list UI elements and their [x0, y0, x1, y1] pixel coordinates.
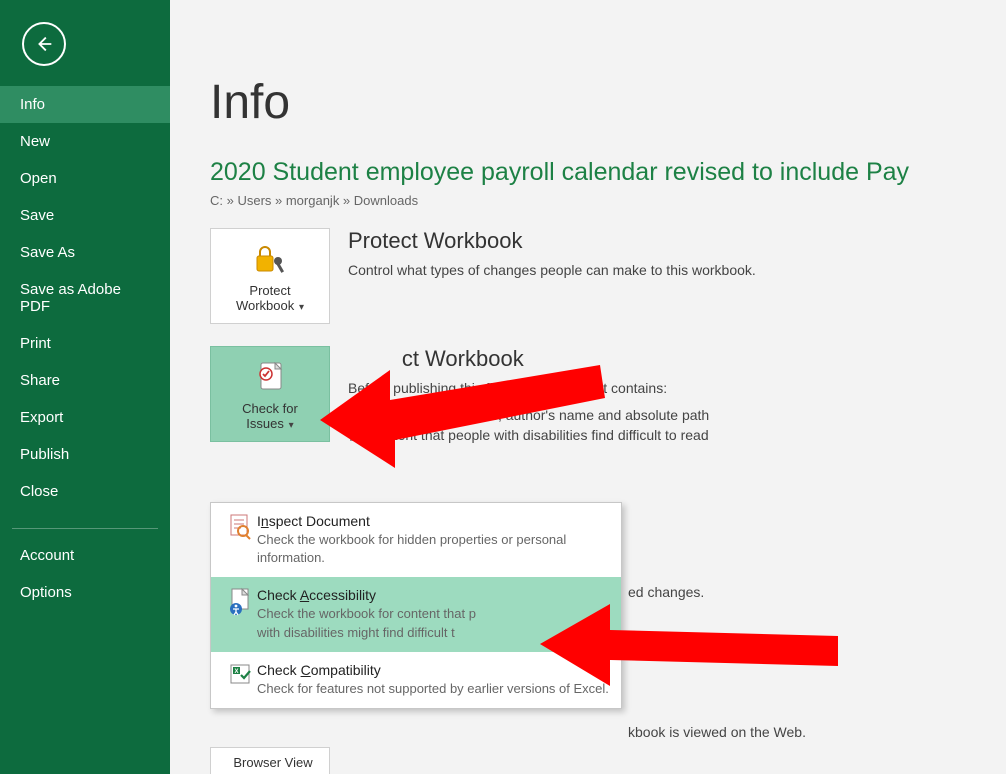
inspect-workbook-heading: Inspect Workbook: [348, 346, 709, 372]
backstage-sidebar: Info New Open Save Save As Save as Adobe…: [0, 0, 170, 774]
document-accessibility-icon: [223, 587, 257, 641]
sidebar-item-new[interactable]: New: [0, 123, 170, 160]
sidebar-item-label: Save: [20, 207, 54, 224]
document-magnifier-icon: [223, 513, 257, 567]
check-for-issues-button[interactable]: Check for Issues ▾: [210, 346, 330, 442]
button-label-line: Workbook: [236, 298, 294, 313]
browser-view-label: Browser View: [218, 755, 328, 770]
dropdown-item-title: Check Compatibility: [257, 662, 609, 678]
svg-text:X: X: [234, 669, 238, 675]
lock-key-icon: [252, 239, 288, 279]
sidebar-item-label: Export: [20, 409, 63, 426]
sidebar-item-label: Account: [20, 547, 74, 564]
page-title: Info: [210, 75, 1006, 130]
sidebar-item-label: Save as Adobe PDF: [20, 281, 121, 315]
sidebar-item-save-as-adobe-pdf[interactable]: Save as Adobe PDF: [0, 271, 170, 325]
sidebar-item-label: Share: [20, 372, 60, 389]
dropdown-item-check-compatibility[interactable]: X Check Compatibility Check for features…: [211, 652, 621, 708]
document-compatibility-icon: X: [223, 662, 257, 698]
dropdown-item-title: Check Accessibility: [257, 587, 609, 603]
dropdown-item-desc: Check the workbook for hidden properties…: [257, 531, 609, 567]
protect-workbook-desc: Control what types of changes people can…: [348, 260, 756, 281]
sidebar-item-open[interactable]: Open: [0, 160, 170, 197]
document-title: 2020 Student employee payroll calendar r…: [210, 158, 1006, 187]
sidebar-item-save-as[interactable]: Save As: [0, 234, 170, 271]
sidebar-item-label: Info: [20, 96, 45, 113]
behind-text-fragment: kbook is viewed on the Web.: [628, 724, 806, 740]
back-arrow-icon: [33, 33, 55, 55]
sidebar-divider: [12, 528, 158, 529]
dropdown-item-title: Inspect Document: [257, 513, 609, 529]
document-path-breadcrumb: C: » Users » morganjk » Downloads: [210, 193, 1006, 208]
protect-workbook-heading: Protect Workbook: [348, 228, 756, 254]
protect-workbook-button[interactable]: Protect Workbook ▾: [210, 228, 330, 324]
sidebar-item-save[interactable]: Save: [0, 197, 170, 234]
chevron-down-icon: ▾: [286, 420, 294, 431]
inspect-workbook-row: Check for Issues ▾ Inspect Workbook Befo…: [210, 346, 1006, 447]
protect-workbook-row: Protect Workbook ▾ Protect Workbook Cont…: [210, 228, 1006, 324]
dropdown-item-inspect-document[interactable]: Inspect Document Check the workbook for …: [211, 503, 621, 577]
check-for-issues-dropdown: Inspect Document Check the workbook for …: [210, 502, 622, 709]
sidebar-item-label: Open: [20, 170, 57, 187]
sidebar-item-label: Publish: [20, 446, 69, 463]
sidebar-item-label: Print: [20, 335, 51, 352]
chevron-down-icon: ▾: [296, 302, 304, 313]
button-label-line: Protect: [249, 283, 290, 298]
sidebar-item-label: Save As: [20, 244, 75, 261]
button-label-line: Check for: [242, 401, 298, 416]
dropdown-item-desc: Check for features not supported by earl…: [257, 680, 609, 698]
inspect-bullet: Content that people with disabilities fi…: [348, 427, 709, 443]
dropdown-item-check-accessibility[interactable]: Check Accessibility Check the workbook f…: [211, 577, 621, 651]
heading-text-partial: ct Workbook: [402, 346, 524, 371]
sidebar-item-share[interactable]: Share: [0, 362, 170, 399]
button-label-line: Issues: [246, 416, 284, 431]
inspect-bullet: Document properties, author's name and a…: [348, 407, 709, 423]
inspect-workbook-desc: Before publishing this file, be aware th…: [348, 378, 709, 399]
document-check-icon: [254, 357, 286, 397]
sidebar-item-publish[interactable]: Publish: [0, 436, 170, 473]
back-button[interactable]: [22, 22, 66, 66]
sidebar-item-account[interactable]: Account: [0, 537, 170, 574]
sidebar-item-info[interactable]: Info: [0, 86, 170, 123]
sidebar-item-label: Close: [20, 483, 58, 500]
sidebar-item-options[interactable]: Options: [0, 574, 170, 611]
sidebar-item-label: New: [20, 133, 50, 150]
sidebar-item-export[interactable]: Export: [0, 399, 170, 436]
dropdown-item-desc: Check the workbook for content that pwit…: [257, 605, 609, 641]
behind-text-fragment: ed changes.: [628, 584, 704, 600]
sidebar-item-label: Options: [20, 584, 72, 601]
sidebar-item-print[interactable]: Print: [0, 325, 170, 362]
sidebar-item-close[interactable]: Close: [0, 473, 170, 510]
